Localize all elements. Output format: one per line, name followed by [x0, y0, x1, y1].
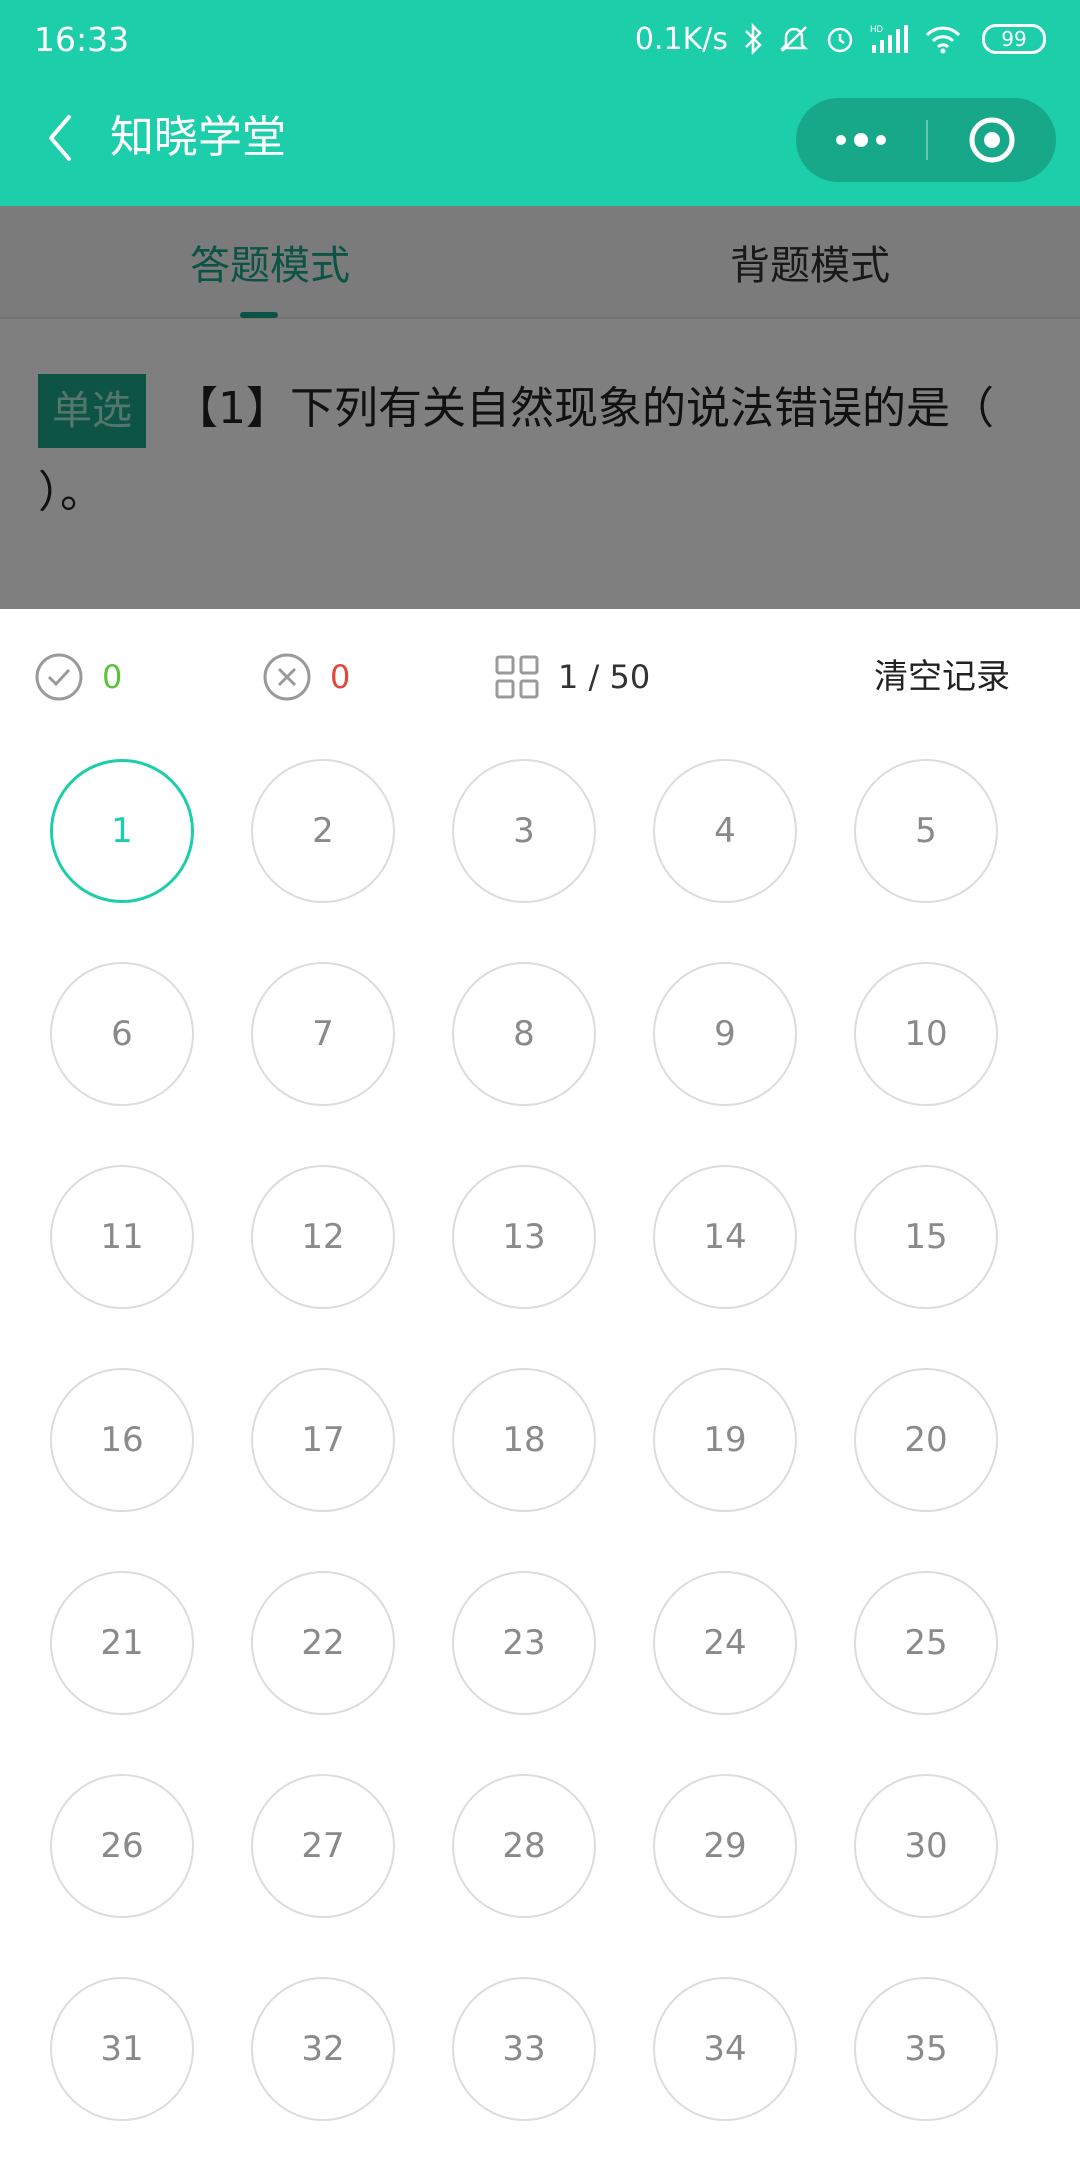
- cross-circle-icon: [263, 653, 311, 701]
- question-number-button[interactable]: 8: [452, 962, 596, 1106]
- network-speed: 0.1K/s: [634, 21, 728, 57]
- question-number-button[interactable]: 22: [251, 1571, 395, 1715]
- question-number-button[interactable]: 23: [452, 1571, 596, 1715]
- question-number-button[interactable]: 29: [653, 1774, 797, 1918]
- correct-count-value: 0: [102, 658, 123, 696]
- question-number-button[interactable]: 25: [854, 1571, 998, 1715]
- clear-records-button[interactable]: 清空记录: [874, 647, 1010, 707]
- question-number-button[interactable]: 3: [452, 759, 596, 903]
- grid-icon: [495, 655, 539, 699]
- more-dots-icon: [836, 133, 886, 147]
- question-number-button[interactable]: 34: [653, 1977, 797, 2121]
- question-number-button[interactable]: 11: [50, 1165, 194, 1309]
- question-number-button[interactable]: 21: [50, 1571, 194, 1715]
- back-button[interactable]: [30, 108, 90, 168]
- mute-bell-icon: [779, 26, 809, 52]
- question-number-button[interactable]: 33: [452, 1977, 596, 2121]
- question-number-button[interactable]: 32: [251, 1977, 395, 2121]
- question-number-button[interactable]: 31: [50, 1977, 194, 2121]
- bluetooth-icon: [745, 23, 762, 55]
- check-circle-icon: [35, 653, 83, 701]
- question-number-button[interactable]: 4: [653, 759, 797, 903]
- battery-icon: 99: [982, 24, 1046, 54]
- question-number-button[interactable]: 30: [854, 1774, 998, 1918]
- nav-bar: 知晓学堂: [0, 78, 1080, 206]
- status-bar: 16:33 0.1K/s HD 99: [0, 0, 1080, 78]
- question-number-button[interactable]: 17: [251, 1368, 395, 1512]
- close-miniprogram-button[interactable]: [928, 98, 1056, 182]
- signal-icon: HD: [870, 24, 908, 53]
- question-number-button[interactable]: 2: [251, 759, 395, 903]
- wrong-count: 0: [262, 647, 350, 707]
- question-number-button[interactable]: 19: [653, 1368, 797, 1512]
- miniprogram-capsule: [796, 98, 1056, 182]
- question-number-button[interactable]: 7: [251, 962, 395, 1106]
- question-number-button[interactable]: 1: [50, 759, 194, 903]
- question-number-button[interactable]: 16: [50, 1368, 194, 1512]
- question-number-button[interactable]: 10: [854, 962, 998, 1106]
- question-number-button[interactable]: 24: [653, 1571, 797, 1715]
- question-number-button[interactable]: 12: [251, 1165, 395, 1309]
- status-time: 16:33: [34, 19, 130, 59]
- svg-text:HD: HD: [870, 24, 883, 34]
- more-button[interactable]: [796, 98, 926, 182]
- wifi-icon: [925, 26, 961, 54]
- page-title: 知晓学堂: [110, 112, 286, 163]
- status-icons: 0.1K/s HD 99: [635, 22, 1046, 57]
- question-number-button[interactable]: 26: [50, 1774, 194, 1918]
- question-number-button[interactable]: 20: [854, 1368, 998, 1512]
- question-number-button[interactable]: 18: [452, 1368, 596, 1512]
- question-number-button[interactable]: 14: [653, 1165, 797, 1309]
- question-number-button[interactable]: 15: [854, 1165, 998, 1309]
- question-progress-value: 1 / 50: [558, 658, 651, 696]
- question-number-button[interactable]: 9: [653, 962, 797, 1106]
- question-number-button[interactable]: 6: [50, 962, 194, 1106]
- wrong-count-value: 0: [330, 658, 351, 696]
- question-progress: 1 / 50: [494, 647, 650, 707]
- chevron-left-icon: [49, 115, 71, 161]
- answer-sheet-panel: 0 0 1 / 50 清空记录 1 2 3 4 5 6 7 8 9 10 11 12 13 14 15 16 1…: [0, 609, 1080, 2160]
- modal-overlay[interactable]: [0, 206, 1080, 609]
- question-number-button[interactable]: 27: [251, 1774, 395, 1918]
- question-number-button[interactable]: 13: [452, 1165, 596, 1309]
- correct-count: 0: [34, 647, 122, 707]
- target-icon: [969, 117, 1015, 163]
- alarm-icon: [827, 27, 853, 53]
- question-number-button[interactable]: 5: [854, 759, 998, 903]
- question-number-button[interactable]: 28: [452, 1774, 596, 1918]
- question-number-button[interactable]: 35: [854, 1977, 998, 2121]
